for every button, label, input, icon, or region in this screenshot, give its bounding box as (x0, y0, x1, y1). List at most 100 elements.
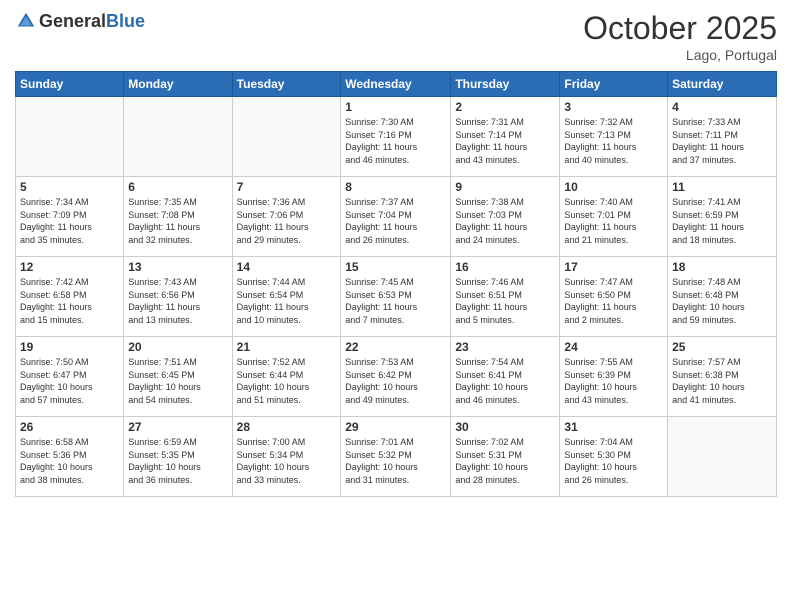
day-number: 6 (128, 180, 227, 194)
cell-content: Sunrise: 7:50 AM Sunset: 6:47 PM Dayligh… (20, 356, 119, 406)
cell-content: Sunrise: 7:37 AM Sunset: 7:04 PM Dayligh… (345, 196, 446, 246)
day-number: 15 (345, 260, 446, 274)
day-number: 22 (345, 340, 446, 354)
calendar-cell: 10Sunrise: 7:40 AM Sunset: 7:01 PM Dayli… (560, 177, 668, 257)
calendar-cell: 29 Sunrise: 7:01 AM Sunset: 5:32 PM Dayli… (341, 417, 451, 497)
calendar-cell (668, 417, 777, 497)
calendar-cell: 24Sunrise: 7:55 AM Sunset: 6:39 PM Dayli… (560, 337, 668, 417)
day-number: 29 (345, 420, 446, 434)
calendar-week-row: 5 Sunrise: 7:34 AM Sunset: 7:09 PM Daylig… (16, 177, 777, 257)
calendar-cell: 4 Sunrise: 7:33 AM Sunset: 7:11 PM Daylig… (668, 97, 777, 177)
day-number: 14 (237, 260, 337, 274)
day-number: 13 (128, 260, 227, 274)
cell-content: Sunrise: 7:47 AM Sunset: 6:50 PM Dayligh… (564, 276, 663, 326)
cell-content: Sunrise: 7:54 AM Sunset: 6:41 PM Dayligh… (455, 356, 555, 406)
day-header-sunday: Sunday (16, 72, 124, 97)
day-number: 20 (128, 340, 227, 354)
calendar-cell: 18Sunrise: 7:48 AM Sunset: 6:48 PM Dayli… (668, 257, 777, 337)
calendar-cell: 6Sunrise: 7:35 AM Sunset: 7:08 PM Daylig… (124, 177, 232, 257)
cell-content: Sunrise: 7:41 AM Sunset: 6:59 PM Dayligh… (672, 196, 772, 246)
calendar-table: SundayMondayTuesdayWednesdayThursdayFrid… (15, 71, 777, 497)
calendar-cell (232, 97, 341, 177)
day-number: 21 (237, 340, 337, 354)
calendar-cell: 3Sunrise: 7:32 AM Sunset: 7:13 PM Daylig… (560, 97, 668, 177)
day-number: 4 (672, 100, 772, 114)
cell-content: Sunrise: 7:48 AM Sunset: 6:48 PM Dayligh… (672, 276, 772, 326)
day-header-saturday: Saturday (668, 72, 777, 97)
cell-content: Sunrise: 7:42 AM Sunset: 6:58 PM Dayligh… (20, 276, 119, 326)
day-number: 16 (455, 260, 555, 274)
calendar-cell: 27Sunrise: 6:59 AM Sunset: 5:35 PM Dayli… (124, 417, 232, 497)
header: GeneralBlue October 2025 Lago, Portugal (15, 10, 777, 63)
day-number: 7 (237, 180, 337, 194)
calendar-cell: 25 Sunrise: 7:57 AM Sunset: 6:38 PM Dayli… (668, 337, 777, 417)
day-number: 17 (564, 260, 663, 274)
cell-content: Sunrise: 7:57 AM Sunset: 6:38 PM Dayligh… (672, 356, 772, 406)
cell-content: Sunrise: 7:31 AM Sunset: 7:14 PM Dayligh… (455, 116, 555, 166)
day-header-monday: Monday (124, 72, 232, 97)
day-header-tuesday: Tuesday (232, 72, 341, 97)
day-number: 10 (564, 180, 663, 194)
calendar-cell: 5 Sunrise: 7:34 AM Sunset: 7:09 PM Daylig… (16, 177, 124, 257)
cell-content: Sunrise: 7:38 AM Sunset: 7:03 PM Dayligh… (455, 196, 555, 246)
cell-content: Sunrise: 6:58 AM Sunset: 5:36 PM Dayligh… (20, 436, 119, 486)
cell-content: Sunrise: 7:46 AM Sunset: 6:51 PM Dayligh… (455, 276, 555, 326)
calendar-cell: 19 Sunrise: 7:50 AM Sunset: 6:47 PM Dayli… (16, 337, 124, 417)
cell-content: Sunrise: 7:34 AM Sunset: 7:09 PM Dayligh… (20, 196, 119, 246)
cell-content: Sunrise: 7:44 AM Sunset: 6:54 PM Dayligh… (237, 276, 337, 326)
calendar-cell: 30 Sunrise: 7:02 AM Sunset: 5:31 PM Dayli… (451, 417, 560, 497)
day-number: 26 (20, 420, 119, 434)
logo-text: GeneralBlue (39, 11, 145, 32)
calendar-header-row: SundayMondayTuesdayWednesdayThursdayFrid… (16, 72, 777, 97)
calendar-cell (16, 97, 124, 177)
day-number: 3 (564, 100, 663, 114)
page: GeneralBlue October 2025 Lago, Portugal … (0, 0, 792, 612)
cell-content: Sunrise: 6:59 AM Sunset: 5:35 PM Dayligh… (128, 436, 227, 486)
cell-content: Sunrise: 7:01 AM Sunset: 5:32 PM Dayligh… (345, 436, 446, 486)
day-number: 1 (345, 100, 446, 114)
calendar-cell: 20 Sunrise: 7:51 AM Sunset: 6:45 PM Dayli… (124, 337, 232, 417)
cell-content: Sunrise: 7:52 AM Sunset: 6:44 PM Dayligh… (237, 356, 337, 406)
day-number: 19 (20, 340, 119, 354)
calendar-cell: 16 Sunrise: 7:46 AM Sunset: 6:51 PM Dayli… (451, 257, 560, 337)
logo-general: General (39, 11, 106, 31)
calendar-cell: 22 Sunrise: 7:53 AM Sunset: 6:42 PM Dayli… (341, 337, 451, 417)
calendar-cell: 23Sunrise: 7:54 AM Sunset: 6:41 PM Dayli… (451, 337, 560, 417)
cell-content: Sunrise: 7:51 AM Sunset: 6:45 PM Dayligh… (128, 356, 227, 406)
calendar-cell: 2Sunrise: 7:31 AM Sunset: 7:14 PM Daylig… (451, 97, 560, 177)
day-number: 5 (20, 180, 119, 194)
day-number: 9 (455, 180, 555, 194)
day-number: 11 (672, 180, 772, 194)
title-area: October 2025 Lago, Portugal (583, 10, 777, 63)
calendar-cell: 1 Sunrise: 7:30 AM Sunset: 7:16 PM Daylig… (341, 97, 451, 177)
calendar-week-row: 1 Sunrise: 7:30 AM Sunset: 7:16 PM Daylig… (16, 97, 777, 177)
day-number: 8 (345, 180, 446, 194)
cell-content: Sunrise: 7:00 AM Sunset: 5:34 PM Dayligh… (237, 436, 337, 486)
day-header-thursday: Thursday (451, 72, 560, 97)
location: Lago, Portugal (583, 47, 777, 63)
cell-content: Sunrise: 7:30 AM Sunset: 7:16 PM Dayligh… (345, 116, 446, 166)
cell-content: Sunrise: 7:45 AM Sunset: 6:53 PM Dayligh… (345, 276, 446, 326)
cell-content: Sunrise: 7:36 AM Sunset: 7:06 PM Dayligh… (237, 196, 337, 246)
cell-content: Sunrise: 7:53 AM Sunset: 6:42 PM Dayligh… (345, 356, 446, 406)
day-number: 25 (672, 340, 772, 354)
calendar-cell: 11 Sunrise: 7:41 AM Sunset: 6:59 PM Dayli… (668, 177, 777, 257)
cell-content: Sunrise: 7:55 AM Sunset: 6:39 PM Dayligh… (564, 356, 663, 406)
logo-blue: Blue (106, 11, 145, 31)
calendar-cell: 14 Sunrise: 7:44 AM Sunset: 6:54 PM Dayli… (232, 257, 341, 337)
calendar-cell: 8 Sunrise: 7:37 AM Sunset: 7:04 PM Daylig… (341, 177, 451, 257)
day-header-friday: Friday (560, 72, 668, 97)
calendar-cell (124, 97, 232, 177)
calendar-week-row: 26 Sunrise: 6:58 AM Sunset: 5:36 PM Dayli… (16, 417, 777, 497)
logo: GeneralBlue (15, 10, 145, 32)
cell-content: Sunrise: 7:02 AM Sunset: 5:31 PM Dayligh… (455, 436, 555, 486)
day-number: 30 (455, 420, 555, 434)
calendar-cell: 17 Sunrise: 7:47 AM Sunset: 6:50 PM Dayli… (560, 257, 668, 337)
cell-content: Sunrise: 7:04 AM Sunset: 5:30 PM Dayligh… (564, 436, 663, 486)
calendar-cell: 7 Sunrise: 7:36 AM Sunset: 7:06 PM Daylig… (232, 177, 341, 257)
cell-content: Sunrise: 7:33 AM Sunset: 7:11 PM Dayligh… (672, 116, 772, 166)
calendar-cell: 9 Sunrise: 7:38 AM Sunset: 7:03 PM Daylig… (451, 177, 560, 257)
calendar-cell: 13Sunrise: 7:43 AM Sunset: 6:56 PM Dayli… (124, 257, 232, 337)
calendar-cell: 12Sunrise: 7:42 AM Sunset: 6:58 PM Dayli… (16, 257, 124, 337)
month-title: October 2025 (583, 10, 777, 47)
